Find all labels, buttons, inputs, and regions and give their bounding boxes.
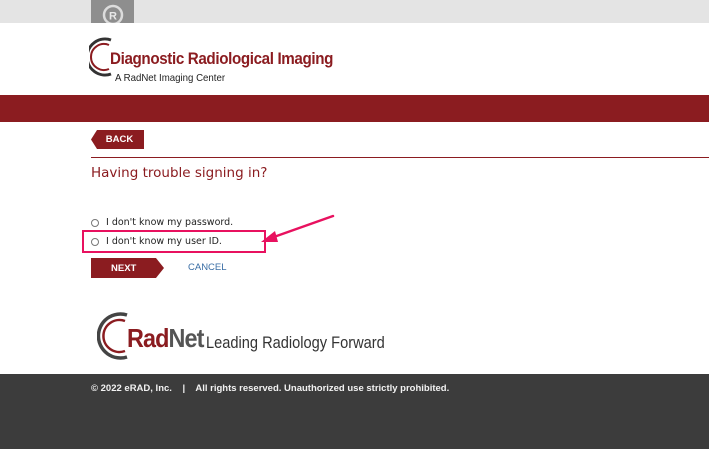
annotation-highlight-box (82, 230, 266, 253)
password-radio[interactable] (91, 218, 99, 227)
radnet-swoosh-icon (97, 312, 128, 360)
page-title: Having trouble signing in? (91, 165, 268, 181)
annotation-arrow-icon (261, 214, 335, 242)
radnet-logo-text: RadNet (127, 323, 204, 354)
badge-letter: R (109, 11, 117, 23)
radnet-net: Net (168, 323, 205, 353)
back-button[interactable]: BACK (91, 130, 144, 149)
header: Diagnostic Radiological Imaging A RadNet… (0, 23, 709, 95)
option-forgot-password[interactable]: I don't know my password. (91, 217, 233, 228)
radnet-rad: Rad (127, 323, 169, 353)
tagline: Leading Radiology Forward (206, 333, 385, 352)
brand-subtitle: A RadNet Imaging Center (115, 72, 226, 84)
next-button[interactable]: NEXT (91, 258, 164, 278)
cancel-link[interactable]: CANCEL (188, 262, 227, 273)
footer-copyright: © 2022 eRAD, Inc. | All rights reserved.… (91, 383, 450, 394)
option-label: I don't know my password. (106, 217, 234, 228)
divider (91, 157, 709, 158)
brand-title: Diagnostic Radiological Imaging (110, 50, 334, 68)
header-band (0, 95, 709, 122)
